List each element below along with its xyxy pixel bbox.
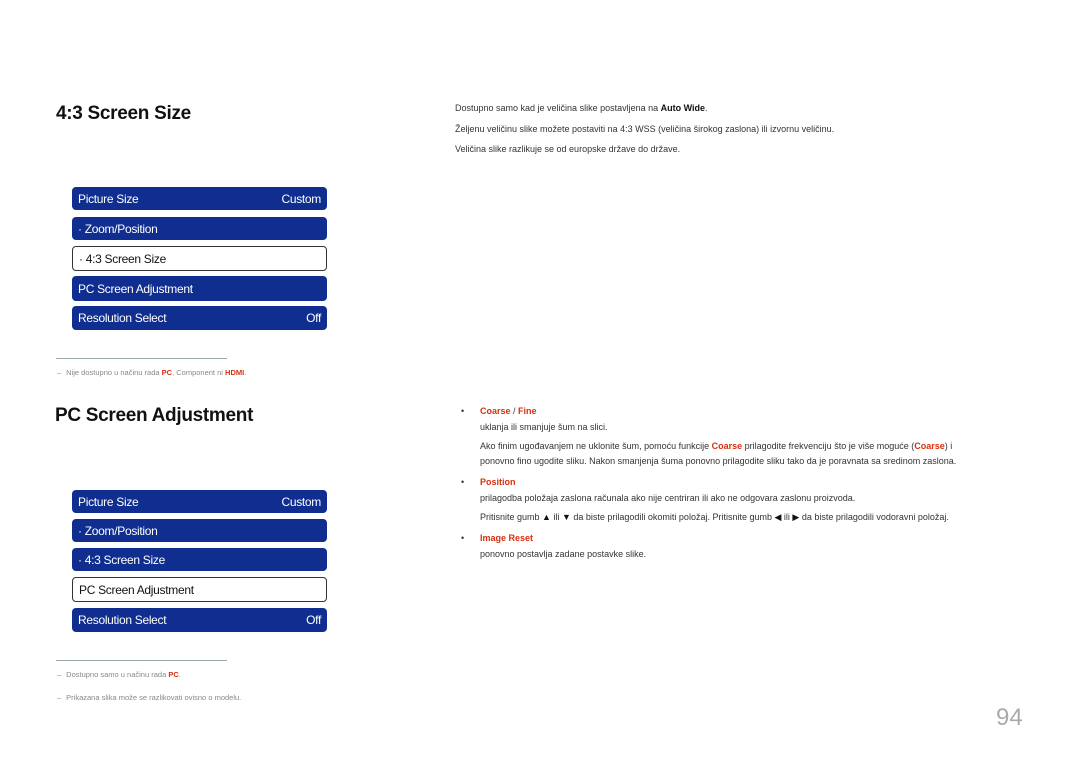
menu-item-label: PC Screen Adjustment: [79, 582, 194, 597]
para-text: ili: [781, 512, 793, 522]
coarse-label: Coarse: [480, 406, 511, 416]
item-heading-image-reset: Image Reset: [480, 533, 534, 543]
coarse-highlight: Coarse: [914, 441, 945, 451]
menu-item-zoom-position[interactable]: · Zoom/Position: [72, 217, 327, 240]
coarse-fine-desc: uklanja ili smanjuje šum na slici.: [480, 422, 608, 432]
menu-item-label: · Zoom/Position: [78, 523, 158, 538]
menu-item-value: Off: [306, 613, 321, 627]
bullet: •: [461, 477, 465, 487]
footnote-model-differs: – Prikazana slika može se razlikovati ovi…: [57, 693, 241, 702]
menu-item-label: · 4:3 Screen Size: [78, 552, 165, 567]
up-arrow-icon: ▲: [542, 512, 551, 522]
para-text: prilagodite frekvenciju što je više mogu…: [742, 441, 915, 451]
intro-text: Dostupno samo kad je veličina slike post…: [455, 103, 661, 113]
bullet: •: [461, 533, 465, 543]
dash: –: [57, 368, 62, 377]
menu-item-pc-screen-adjustment[interactable]: PC Screen Adjustment: [72, 577, 327, 602]
menu-item-resolution-select[interactable]: Resolution Select Off: [72, 306, 327, 330]
dash: –: [57, 670, 62, 679]
intro-line-1: Dostupno samo kad je veličina slike post…: [455, 103, 708, 113]
footnote-divider: [56, 358, 227, 359]
note-text: Dostupno samo u načinu rada: [66, 670, 169, 679]
position-para: Pritisnite gumb ▲ ili ▼ da biste prilago…: [480, 512, 949, 523]
footnote-not-available: – Nije dostupno u načinu rada PC, Compone…: [57, 368, 246, 377]
down-arrow-icon: ▼: [561, 512, 571, 522]
menu-item-value: Custom: [281, 494, 321, 509]
footnote-divider: [56, 660, 227, 661]
para-text: Ako finim ugođavanjem ne uklonite šum, p…: [480, 441, 712, 451]
menu-item-picture-size[interactable]: Picture Size Custom: [72, 490, 327, 513]
menu-item-label: · Zoom/Position: [78, 221, 158, 236]
menu-item-label: Picture Size: [78, 494, 139, 509]
separator: /: [510, 406, 519, 416]
dash: –: [57, 693, 62, 702]
intro-punct: .: [705, 103, 708, 113]
menu-item-label: · 4:3 Screen Size: [79, 251, 166, 266]
pc-highlight: PC: [161, 368, 173, 377]
intro-line-2: Željenu veličinu slike možete postaviti …: [455, 124, 835, 134]
note-text: , Component ni: [172, 368, 226, 377]
note-text: Prikazana slika može se razlikovati ovis…: [66, 693, 242, 702]
auto-wide-label: Auto Wide: [660, 103, 706, 113]
menu-item-value: Custom: [281, 191, 321, 206]
image-reset-desc: ponovno postavlja zadane postavke slike.: [480, 549, 647, 559]
page-number: 94: [996, 704, 1023, 731]
menu-item-4-3-screen-size[interactable]: · 4:3 Screen Size: [72, 246, 327, 271]
menu-item-label: Picture Size: [78, 191, 139, 206]
position-desc: prilagodba položaja zaslona računala ako…: [480, 493, 856, 503]
menu-item-value: Off: [306, 311, 321, 325]
note-text: Nije dostupno u načinu rada: [66, 368, 162, 377]
item-heading-position: Position: [480, 477, 516, 487]
menu-item-4-3-screen-size[interactable]: · 4:3 Screen Size: [72, 548, 327, 571]
intro-line-3: Veličina slike razlikuje se od europske …: [455, 144, 681, 154]
footnote-pc-only: – Dostupno samo u načinu rada PC.: [57, 670, 181, 679]
coarse-highlight: Coarse: [711, 441, 743, 451]
menu-item-label: Resolution Select: [78, 613, 167, 627]
para-text: ) i: [944, 441, 953, 451]
coarse-fine-para-2: ponovno fino ugodite sliku. Nakon smanje…: [480, 456, 957, 466]
menu-item-resolution-select[interactable]: Resolution Select Off: [72, 608, 327, 632]
coarse-fine-para-1: Ako finim ugođavanjem ne uklonite šum, p…: [480, 441, 952, 451]
bullet: •: [461, 406, 465, 416]
note-text: .: [244, 368, 247, 377]
menu-item-pc-screen-adjustment[interactable]: PC Screen Adjustment: [72, 276, 327, 301]
menu-item-label: PC Screen Adjustment: [78, 281, 193, 296]
menu-item-zoom-position[interactable]: · Zoom/Position: [72, 519, 327, 542]
menu-item-picture-size[interactable]: Picture Size Custom: [72, 187, 327, 210]
para-text: da biste prilagodili vodoravni položaj.: [799, 512, 949, 522]
section-title-pc-screen-adjustment: PC Screen Adjustment: [55, 405, 254, 426]
para-text: da biste prilagodili okomiti položaj. Pr…: [570, 512, 775, 522]
item-heading-coarse-fine: Coarse / Fine: [480, 406, 537, 416]
para-text: Pritisnite gumb: [480, 512, 543, 522]
menu-item-label: Resolution Select: [78, 311, 167, 325]
para-text: ili: [550, 512, 562, 522]
section-title-4-3-screen-size: 4:3 Screen Size: [56, 103, 191, 124]
pc-highlight: PC: [168, 670, 179, 679]
fine-label: Fine: [518, 406, 537, 416]
note-text: .: [178, 670, 181, 679]
hdmi-highlight: HDMI: [225, 368, 245, 377]
